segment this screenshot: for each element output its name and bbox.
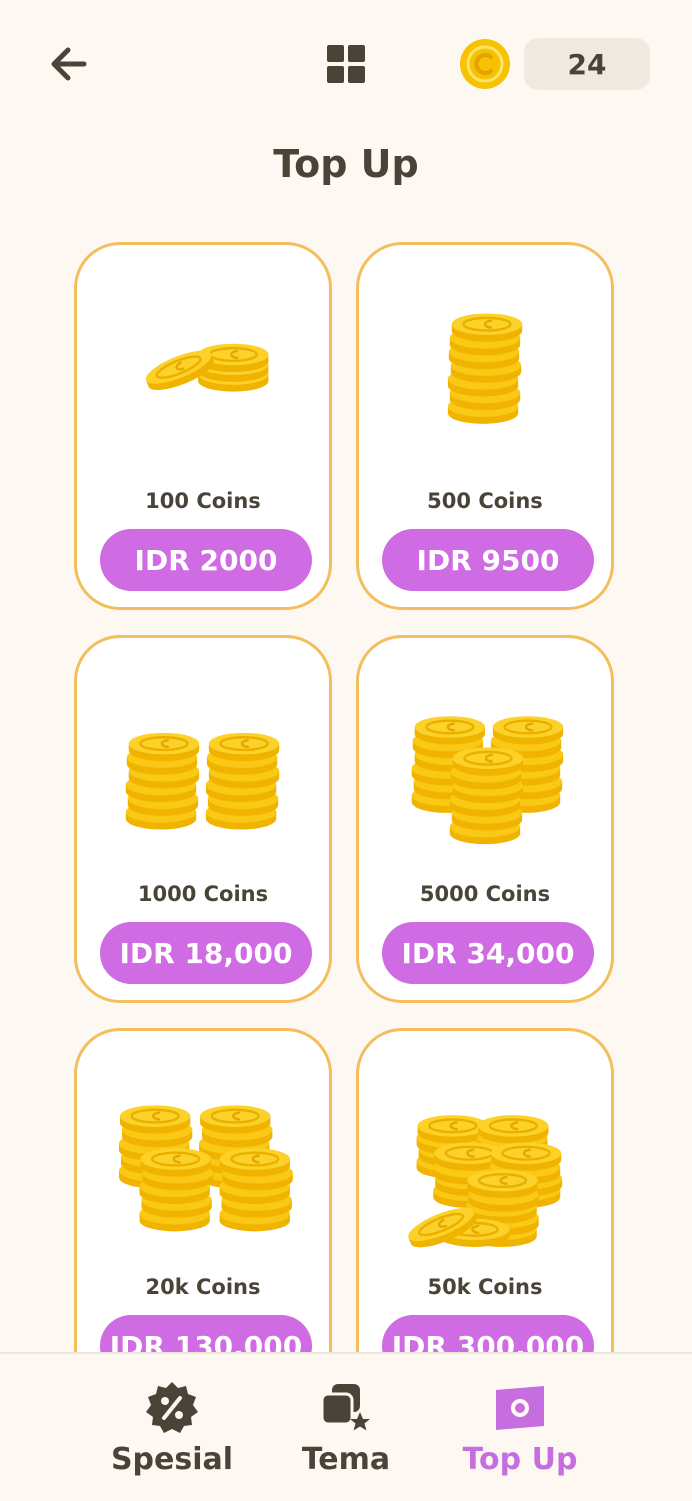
price-button[interactable]: IDR 2000 — [100, 529, 312, 591]
page-title: Top Up — [273, 142, 419, 186]
price-button[interactable]: IDR 34,000 — [382, 922, 594, 984]
coins-stack-icon — [447, 312, 524, 424]
price-button[interactable]: IDR 9500 — [382, 529, 594, 591]
arrow-left-icon — [51, 47, 87, 81]
discount-badge-icon — [146, 1382, 198, 1433]
coins-three-stacks-icon — [411, 715, 565, 845]
price-button[interactable]: IDR 300,000 — [382, 1315, 594, 1352]
grid-icon — [327, 45, 365, 83]
package-quantity: 100 Coins — [145, 489, 261, 513]
coins-four-stacks-icon — [118, 1104, 293, 1232]
nav-item-top-up[interactable]: Top Up — [452, 1354, 588, 1501]
nav-item-spesial[interactable]: Spesial — [102, 1354, 242, 1501]
package-card-50k-coins[interactable]: 50k Coins IDR 300,000 — [356, 1028, 614, 1352]
coins-small-pile-icon — [140, 342, 270, 398]
package-quantity: 1000 Coins — [137, 882, 269, 906]
package-quantity: 5000 Coins — [419, 882, 551, 906]
package-card-100-coins[interactable]: 100 Coins IDR 2000 — [74, 242, 332, 610]
nav-label: Top Up — [462, 1442, 578, 1477]
price-button[interactable]: IDR 18,000 — [100, 922, 312, 984]
package-grid: 100 Coins IDR 2000 500 Coins IDR 9500 10… — [74, 242, 618, 1352]
top-up-money-icon — [496, 1386, 544, 1430]
back-button[interactable] — [44, 40, 92, 88]
package-card-20k-coins[interactable]: 20k Coins IDR 130,000 — [74, 1028, 332, 1352]
package-quantity: 50k Coins — [427, 1275, 543, 1299]
package-quantity: 20k Coins — [145, 1275, 261, 1299]
package-card-1000-coins[interactable]: 1000 Coins IDR 18,000 — [74, 635, 332, 1003]
nav-label: Tema — [301, 1442, 391, 1477]
theme-cards-star-icon — [320, 1384, 370, 1431]
coin-icon — [460, 39, 510, 89]
package-card-500-coins[interactable]: 500 Coins IDR 9500 — [356, 242, 614, 610]
package-card-5000-coins[interactable]: 5000 Coins IDR 34,000 — [356, 635, 614, 1003]
nav-label: Spesial — [110, 1442, 234, 1477]
bottom-navigation: Spesial Tema Top Up — [0, 1352, 692, 1501]
nav-item-tema[interactable]: Tema — [286, 1354, 406, 1501]
coins-two-stacks-icon — [125, 731, 281, 830]
coin-balance: 24 — [524, 38, 650, 90]
grid-menu-button[interactable] — [322, 40, 370, 88]
coins-large-pile-icon — [403, 1113, 563, 1256]
package-quantity: 500 Coins — [427, 489, 543, 513]
top-bar: 24 — [0, 0, 692, 130]
price-button[interactable]: IDR 130,000 — [100, 1315, 312, 1352]
